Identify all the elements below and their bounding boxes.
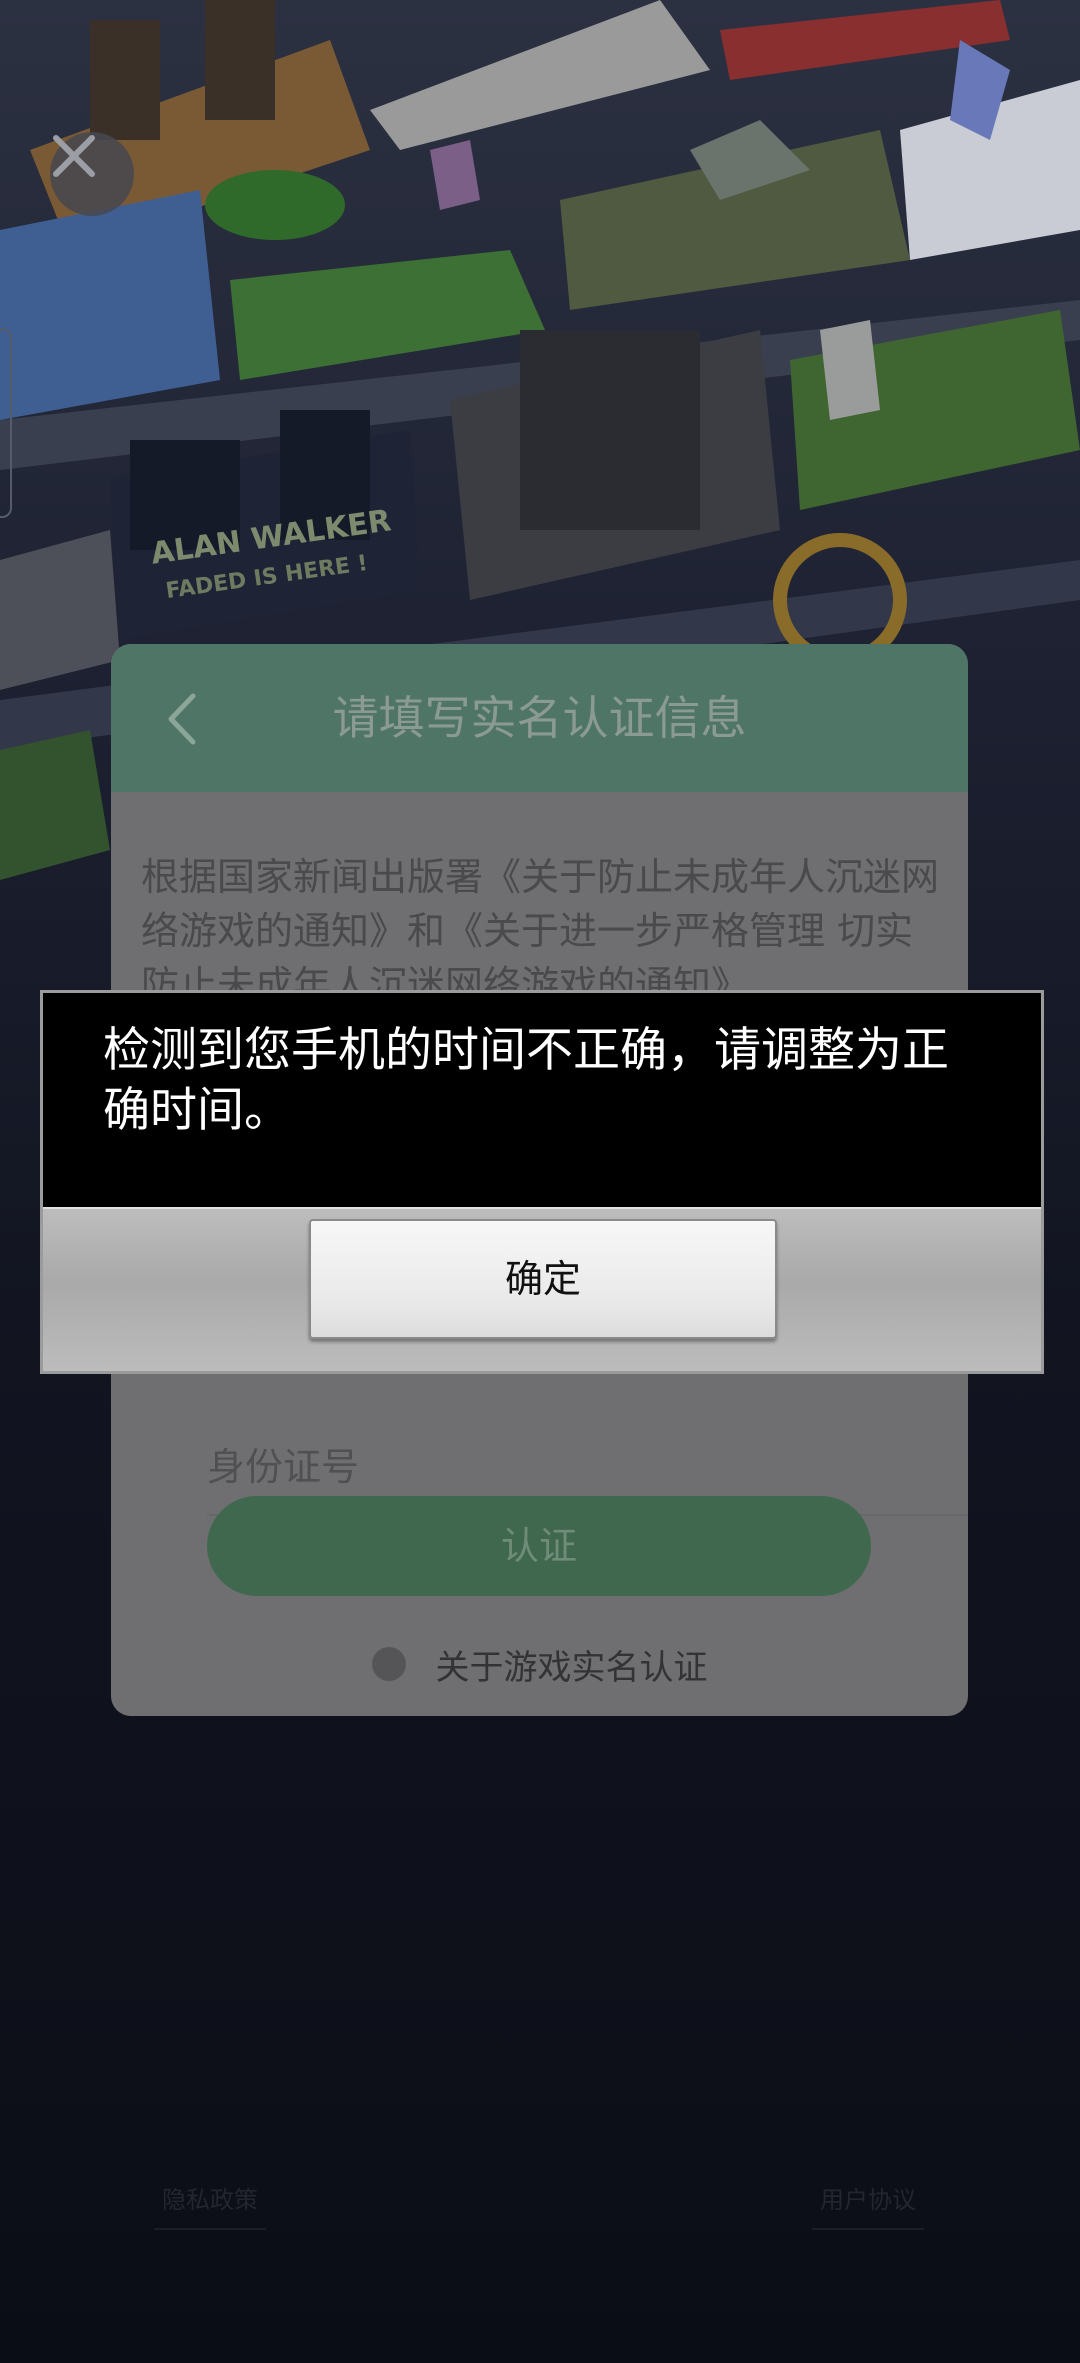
verify-button[interactable]: 认证 (207, 1496, 871, 1596)
privacy-policy-link[interactable]: 隐私政策 (154, 2180, 266, 2230)
chevron-left-icon (168, 693, 196, 745)
id-number-placeholder: 身份证号 (207, 1445, 360, 1489)
level-diorama[interactable] (230, 250, 545, 380)
level-diorama[interactable] (0, 530, 120, 690)
side-drawer-handle[interactable] (0, 328, 12, 518)
level-diorama[interactable] (0, 190, 220, 420)
alert-button-bar: 确定 (43, 1207, 1041, 1371)
ok-button[interactable]: 确定 (309, 1219, 777, 1339)
close-icon (53, 135, 95, 177)
back-button[interactable] (153, 684, 213, 754)
auth-panel-title: 请填写实名认证信息 (332, 691, 747, 745)
auth-notice-text: 根据国家新闻出版署《关于防止未成年人沉迷网络游戏的通知》和《关于进一步严格管理 … (141, 855, 940, 1007)
user-agreement-link[interactable]: 用户协议 (812, 2180, 924, 2230)
time-error-alert: 检测到您手机的时间不正确，请调整为正确时间。 确定 (40, 990, 1044, 1374)
about-real-name-link[interactable]: 关于游戏实名认证 (111, 1634, 968, 1694)
auth-panel-header: 请填写实名认证信息 (111, 644, 968, 792)
level-diorama[interactable] (370, 0, 710, 150)
about-real-name-label: 关于游戏实名认证 (435, 1647, 708, 1688)
info-icon (371, 1647, 406, 1681)
close-button[interactable] (50, 132, 134, 216)
alert-message: 检测到您手机的时间不正确，请调整为正确时间。 (43, 993, 1041, 1207)
